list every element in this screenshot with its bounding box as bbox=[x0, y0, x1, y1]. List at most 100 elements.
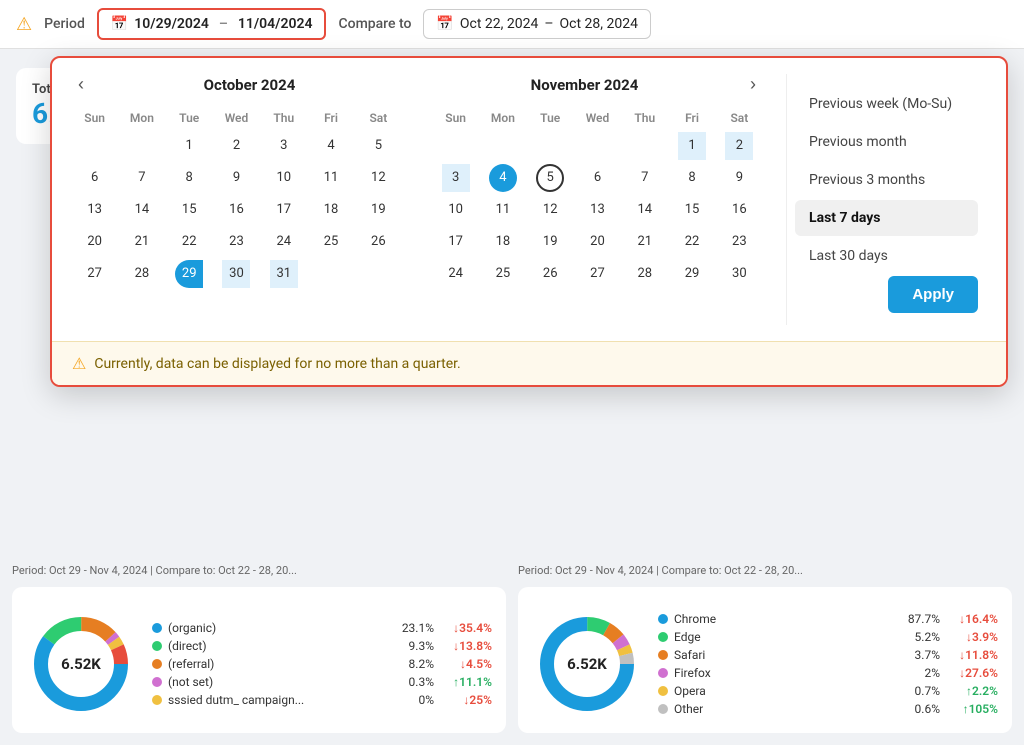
legend-name: (direct) bbox=[168, 639, 392, 653]
calendar-day[interactable]: 28 bbox=[128, 260, 156, 288]
calendar-day[interactable]: 22 bbox=[678, 228, 706, 256]
date-range-picker[interactable]: 📅 10/29/2024 – 11/04/2024 bbox=[97, 8, 327, 40]
calendar-day[interactable]: 23 bbox=[222, 228, 250, 256]
calendar-day[interactable]: 22 bbox=[175, 228, 203, 256]
calendar-day[interactable]: 21 bbox=[631, 228, 659, 256]
calendar-day[interactable]: 3 bbox=[442, 164, 470, 192]
calendar-day[interactable]: 24 bbox=[270, 228, 298, 256]
calendar-day[interactable]: 21 bbox=[128, 228, 156, 256]
legend-change: ↓4.5% bbox=[444, 657, 492, 671]
calendar-day[interactable]: 3 bbox=[270, 132, 298, 160]
preset-item[interactable]: Last 7 days bbox=[795, 200, 978, 236]
calendar-day[interactable]: 26 bbox=[364, 228, 392, 256]
day-header: Wed bbox=[214, 107, 259, 129]
november-title: November 2024 bbox=[433, 76, 736, 94]
calendar-day[interactable]: 28 bbox=[631, 260, 659, 288]
calendar-day[interactable]: 11 bbox=[489, 196, 517, 224]
calendar-day[interactable]: 13 bbox=[81, 196, 109, 224]
calendar-day[interactable]: 11 bbox=[317, 164, 345, 192]
compare-start: Oct 22, 2024 bbox=[460, 16, 538, 32]
calendar-day[interactable]: 15 bbox=[678, 196, 706, 224]
calendar-day[interactable]: 12 bbox=[364, 164, 392, 192]
preset-item[interactable]: Previous 3 months bbox=[795, 162, 978, 198]
calendar-day[interactable]: 7 bbox=[631, 164, 659, 192]
calendar-day bbox=[536, 132, 564, 160]
preset-item[interactable]: Previous month bbox=[795, 124, 978, 160]
legend-change: ↓3.9% bbox=[950, 630, 998, 644]
calendar-day[interactable]: 14 bbox=[631, 196, 659, 224]
calendar-day[interactable]: 9 bbox=[725, 164, 753, 192]
legend-name: (organic) bbox=[168, 621, 392, 635]
calendar-day[interactable]: 18 bbox=[317, 196, 345, 224]
browser-donut-section: 6.52K Chrome87.7%↓16.4%Edge5.2%↓3.9%Safa… bbox=[532, 609, 998, 719]
calendar-day[interactable]: 29 bbox=[175, 260, 203, 288]
date-separator: – bbox=[219, 16, 228, 32]
calendar-day[interactable]: 6 bbox=[81, 164, 109, 192]
calendar-day[interactable]: 27 bbox=[81, 260, 109, 288]
calendar-day[interactable]: 9 bbox=[222, 164, 250, 192]
calendar-day[interactable]: 30 bbox=[222, 260, 250, 288]
october-header: ‹ October 2024 bbox=[72, 74, 401, 95]
calendar-day[interactable]: 7 bbox=[128, 164, 156, 192]
calendar-day[interactable]: 25 bbox=[489, 260, 517, 288]
warning-text: Currently, data can be displayed for no … bbox=[94, 356, 460, 372]
legend-name: Safari bbox=[674, 648, 898, 662]
calendar-day[interactable]: 5 bbox=[364, 132, 392, 160]
calendar-day[interactable]: 20 bbox=[81, 228, 109, 256]
apply-button[interactable]: Apply bbox=[888, 276, 978, 313]
calendar-day[interactable]: 26 bbox=[536, 260, 564, 288]
calendar-day[interactable]: 1 bbox=[175, 132, 203, 160]
day-header: Sat bbox=[356, 107, 401, 129]
calendar-day[interactable]: 27 bbox=[583, 260, 611, 288]
calendar-day[interactable]: 14 bbox=[128, 196, 156, 224]
compare-date-picker[interactable]: 📅 Oct 22, 2024 – Oct 28, 2024 bbox=[423, 9, 651, 39]
calendar-day[interactable]: 18 bbox=[489, 228, 517, 256]
october-calendar: ‹ October 2024 SunMonTueWedThuFriSat1234… bbox=[72, 74, 401, 325]
calendar-day[interactable]: 19 bbox=[536, 228, 564, 256]
calendar-day[interactable]: 8 bbox=[175, 164, 203, 192]
calendar-day[interactable]: 13 bbox=[583, 196, 611, 224]
calendar-day[interactable]: 17 bbox=[270, 196, 298, 224]
chart2-period: Period: Oct 29 - Nov 4, 2024 | Compare t… bbox=[518, 564, 1012, 577]
calendar-day[interactable]: 10 bbox=[270, 164, 298, 192]
calendar-day[interactable]: 16 bbox=[725, 196, 753, 224]
calendar-day[interactable]: 24 bbox=[442, 260, 470, 288]
calendar-day[interactable]: 16 bbox=[222, 196, 250, 224]
calendar-day[interactable]: 4 bbox=[489, 164, 517, 192]
calendar-icon-left: 📅 bbox=[111, 16, 128, 32]
calendar-day[interactable]: 31 bbox=[270, 260, 298, 288]
calendar-day[interactable]: 23 bbox=[725, 228, 753, 256]
calendar-day[interactable]: 2 bbox=[222, 132, 250, 160]
day-header: Mon bbox=[480, 107, 525, 129]
calendar-day[interactable]: 10 bbox=[442, 196, 470, 224]
calendar-day[interactable]: 1 bbox=[678, 132, 706, 160]
preset-item[interactable]: Last 30 days bbox=[795, 238, 978, 274]
calendar-day[interactable]: 8 bbox=[678, 164, 706, 192]
calendar-main: ‹ October 2024 SunMonTueWedThuFriSat1234… bbox=[52, 58, 1006, 341]
calendar-day[interactable]: 20 bbox=[583, 228, 611, 256]
period-warning-icon: ⚠ bbox=[16, 14, 32, 35]
november-calendar: November 2024 › SunMonTueWedThuFriSat123… bbox=[433, 74, 762, 325]
calendar-day[interactable]: 4 bbox=[317, 132, 345, 160]
calendar-day[interactable]: 17 bbox=[442, 228, 470, 256]
legend-item: Firefox2%↓27.6% bbox=[658, 666, 998, 680]
calendar-day[interactable]: 25 bbox=[317, 228, 345, 256]
warning-icon: ⚠ bbox=[72, 354, 86, 373]
next-month-button[interactable]: › bbox=[744, 74, 762, 95]
calendar-day bbox=[489, 132, 517, 160]
calendar-day[interactable]: 30 bbox=[725, 260, 753, 288]
preset-item[interactable]: Previous week (Mo-Su) bbox=[795, 86, 978, 122]
calendar-day[interactable]: 19 bbox=[364, 196, 392, 224]
legend-name: (referral) bbox=[168, 657, 392, 671]
calendar-day[interactable]: 5 bbox=[536, 164, 564, 192]
bottom-section: Period: Oct 29 - Nov 4, 2024 | Compare t… bbox=[0, 564, 1024, 745]
calendar-day[interactable]: 6 bbox=[583, 164, 611, 192]
legend-dot bbox=[152, 695, 162, 705]
prev-month-button[interactable]: ‹ bbox=[72, 74, 90, 95]
legend-item: Edge5.2%↓3.9% bbox=[658, 630, 998, 644]
calendar-day[interactable]: 12 bbox=[536, 196, 564, 224]
calendar-day[interactable]: 29 bbox=[678, 260, 706, 288]
calendar-day[interactable]: 15 bbox=[175, 196, 203, 224]
legend-change: ↓13.8% bbox=[444, 639, 492, 653]
calendar-day[interactable]: 2 bbox=[725, 132, 753, 160]
